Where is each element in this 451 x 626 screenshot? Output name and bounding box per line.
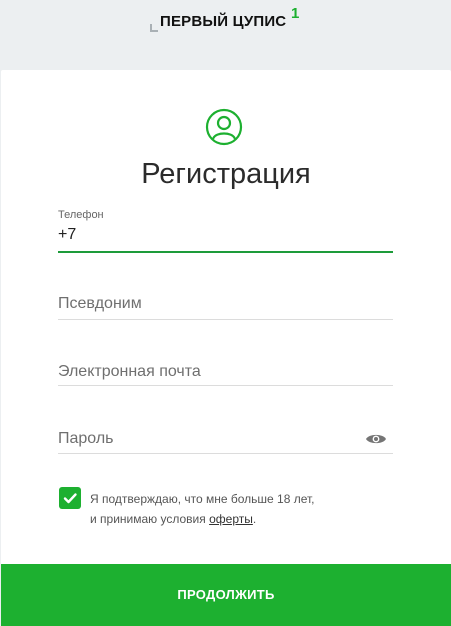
- email-placeholder: Электронная почта: [58, 363, 201, 380]
- logo-text: ПЕРВЫЙ ЦУПИС: [160, 13, 287, 30]
- offer-link[interactable]: оферты: [209, 512, 253, 526]
- registration-card: Регистрация Телефон +7 Псевдоним Электро…: [1, 70, 451, 626]
- email-underline: [58, 385, 393, 386]
- nickname-field[interactable]: Псевдоним: [58, 294, 393, 320]
- user-circle-icon: [205, 108, 243, 146]
- age-consent-checkbox[interactable]: [59, 487, 81, 509]
- consent-text: Я подтверждаю, что мне больше 18 лет, и …: [90, 489, 390, 529]
- email-field[interactable]: Электронная почта: [58, 363, 393, 386]
- password-field[interactable]: Пароль: [58, 429, 393, 454]
- page-title: Регистрация: [141, 158, 311, 190]
- nickname-placeholder: Псевдоним: [58, 295, 142, 312]
- password-placeholder: Пароль: [58, 430, 114, 447]
- phone-label: Телефон: [58, 209, 104, 221]
- consent-line-2: и принимаю условия оферты.: [90, 509, 390, 529]
- continue-button[interactable]: ПРОДОЛЖИТЬ: [1, 564, 451, 626]
- password-underline: [58, 453, 393, 454]
- consent-line-2-suffix: .: [252, 512, 257, 526]
- header: ПЕРВЫЙ ЦУПИС 1: [0, 0, 451, 70]
- nickname-underline: [58, 319, 393, 320]
- phone-value: +7: [58, 226, 77, 243]
- logo-corner-mark: [150, 24, 158, 32]
- phone-underline: [58, 251, 393, 253]
- logo-superscript: 1: [291, 5, 300, 22]
- consent-line-1: Я подтверждаю, что мне больше 18 лет,: [90, 492, 315, 506]
- logo[interactable]: ПЕРВЫЙ ЦУПИС 1: [150, 5, 310, 36]
- phone-field[interactable]: Телефон +7: [58, 209, 393, 253]
- consent-line-2-prefix: и принимаю условия: [90, 512, 210, 526]
- eye-icon[interactable]: [365, 432, 387, 446]
- check-icon: [63, 493, 77, 504]
